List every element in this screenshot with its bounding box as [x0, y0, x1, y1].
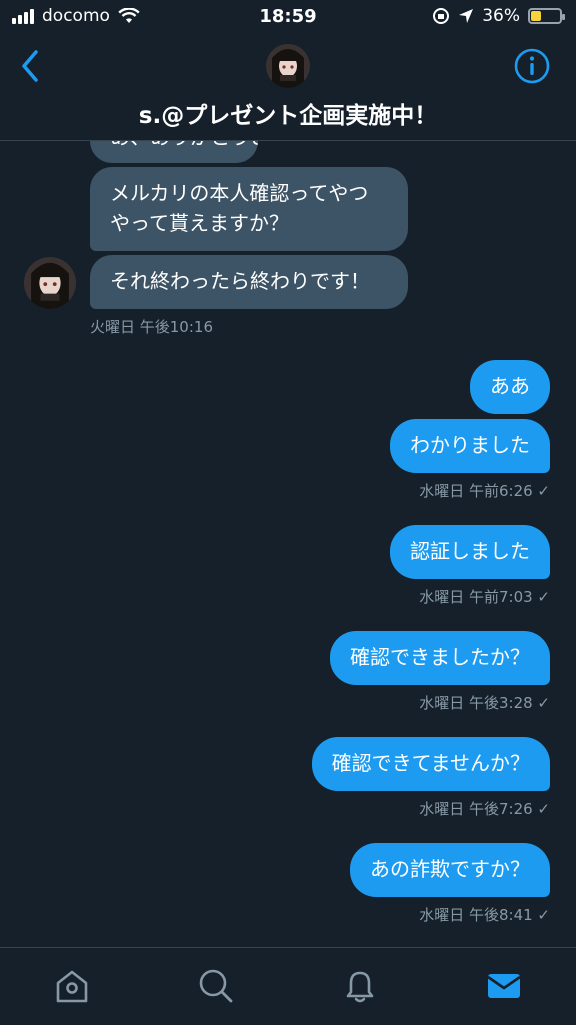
outgoing-message[interactable]: 確認できましたか？ — [330, 631, 550, 685]
message-timestamp: 水曜日 午前7:03 ✓ — [419, 588, 550, 606]
mail-icon[interactable] — [484, 966, 524, 1006]
message-list[interactable]: あ、ありがとうございます メルカリの本人確認ってやつやって貰えますか？ それ終わ… — [0, 141, 576, 947]
battery-icon — [528, 8, 565, 24]
message-timestamp: 火曜日 午後10:16 — [90, 318, 213, 336]
incoming-message[interactable]: メルカリの本人確認ってやつやって貰えますか？ — [90, 167, 408, 251]
back-button[interactable] — [16, 48, 48, 84]
conversation-header: s.@プレゼント企画実施中！ — [0, 34, 576, 141]
bell-icon[interactable] — [340, 966, 380, 1006]
outgoing-message[interactable]: あの詐欺ですか？ — [350, 843, 550, 897]
info-button[interactable] — [512, 46, 552, 86]
outgoing-message[interactable]: わかりました — [390, 419, 550, 473]
tab-bar — [0, 947, 576, 1025]
outgoing-message[interactable]: ああ — [470, 360, 550, 414]
incoming-message[interactable]: あ、ありがとうございます — [90, 141, 258, 163]
message-timestamp: 水曜日 午後3:28 ✓ — [419, 694, 550, 712]
message-timestamp: 水曜日 午後7:26 ✓ — [419, 800, 550, 818]
outgoing-message[interactable]: 認証しました — [390, 525, 550, 579]
message-timestamp: 水曜日 午後8:41 ✓ — [419, 906, 550, 924]
search-icon[interactable] — [196, 966, 236, 1006]
outgoing-message[interactable]: 確認できてませんか？ — [311, 737, 550, 791]
avatar[interactable] — [24, 257, 76, 309]
rotation-lock-icon — [433, 8, 450, 24]
message-timestamp: 水曜日 午前6:26 ✓ — [419, 482, 550, 500]
home-icon[interactable] — [52, 966, 92, 1006]
status-bar: docomo 18:59 36% — [0, 0, 576, 34]
page-title: s.@プレゼント企画実施中！ — [138, 103, 438, 129]
location-icon — [459, 9, 474, 23]
incoming-message[interactable]: それ終わったら終わりです！ — [90, 255, 408, 309]
avatar[interactable] — [266, 44, 310, 88]
battery-percent: 36% — [482, 6, 520, 26]
